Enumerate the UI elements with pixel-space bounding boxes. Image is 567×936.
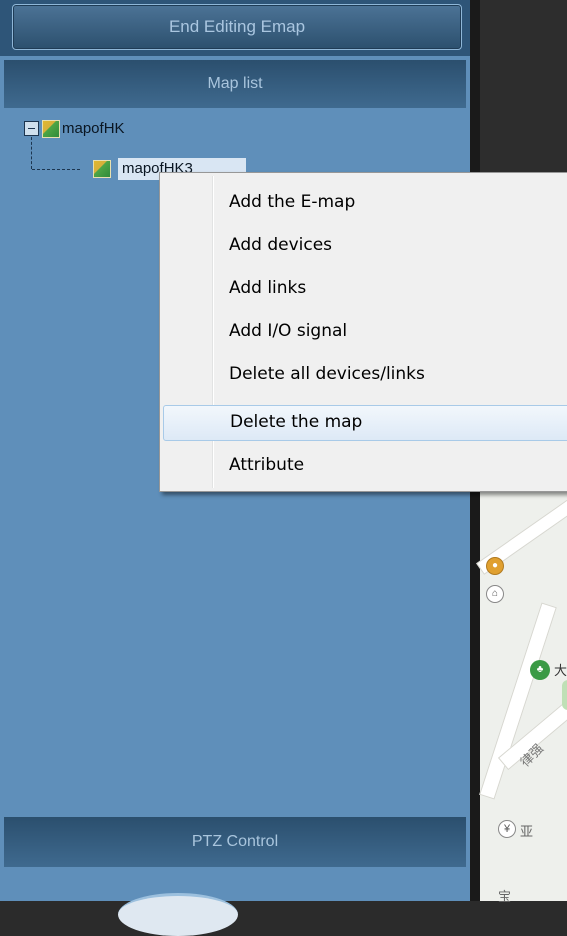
yen-icon: ¥	[498, 820, 516, 838]
menu-item-label: Delete the map	[230, 412, 363, 432]
map-canvas[interactable]: ● ⌂ ♣ 大 律强 ¥ 亚 宝	[476, 490, 567, 904]
map-road	[479, 602, 557, 800]
end-editing-button[interactable]: End Editing Emap	[12, 4, 462, 50]
bank-icon: ⌂	[486, 585, 504, 603]
map-label: 亚	[520, 824, 534, 839]
map-list-header[interactable]: Map list	[4, 60, 466, 108]
menu-item-label: Add links	[229, 278, 307, 298]
menu-item-add-emap[interactable]: Add the E-map	[163, 185, 567, 219]
map-icon	[93, 160, 111, 178]
menu-item-delete-map[interactable]: Delete the map	[163, 405, 567, 441]
ptz-dial[interactable]	[118, 893, 238, 936]
collapse-toggle-icon[interactable]	[24, 121, 39, 136]
menu-item-add-devices[interactable]: Add devices	[163, 228, 567, 262]
menu-item-delete-all[interactable]: Delete all devices/links	[163, 357, 567, 391]
menu-item-add-io-signal[interactable]: Add I/O signal	[163, 314, 567, 348]
menu-item-label: Add I/O signal	[229, 321, 348, 341]
menu-item-label: Attribute	[229, 455, 305, 475]
restaurant-icon: ●	[486, 557, 504, 575]
map-icon	[42, 120, 60, 138]
tree-connector	[32, 169, 80, 170]
park-icon: ♣	[530, 660, 550, 680]
menu-item-label: Add the E-map	[229, 192, 356, 212]
menu-item-label: Add devices	[229, 235, 333, 255]
context-menu: Add the E-map Add devices Add links Add …	[159, 172, 567, 492]
menu-item-attribute[interactable]: Attribute	[163, 448, 567, 482]
map-label: 大	[554, 663, 567, 678]
ptz-control-header[interactable]: PTZ Control	[4, 817, 466, 867]
tree-connector	[31, 137, 32, 169]
map-label: 宝	[498, 889, 512, 904]
menu-item-label: Delete all devices/links	[229, 364, 425, 384]
menu-item-add-links[interactable]: Add links	[163, 271, 567, 305]
tree-item-mapofhk[interactable]: mapofHK	[62, 120, 125, 137]
park-area	[562, 680, 567, 710]
